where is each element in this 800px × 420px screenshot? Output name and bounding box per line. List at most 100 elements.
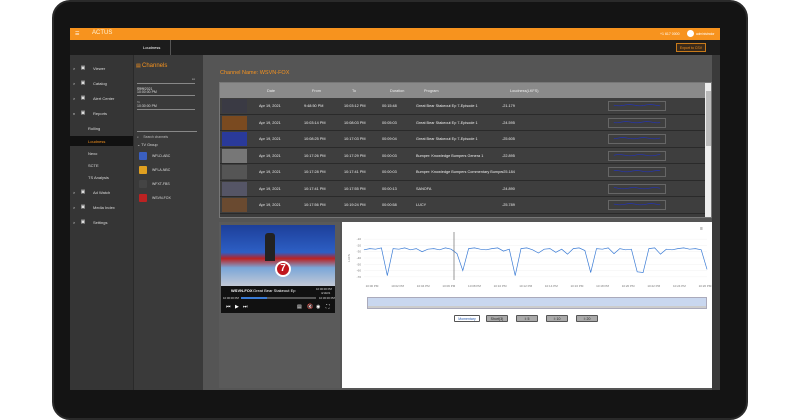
cell: 00:00:03 (382, 154, 397, 158)
tab-bar: Loudness Export to CSV (70, 40, 720, 55)
channel-item[interactable]: WFXT-FBS (139, 180, 199, 189)
navigator-scrollbar[interactable] (368, 306, 706, 308)
sidebar-item-label: Nexo (88, 151, 97, 156)
from-time-field[interactable]: 10:00:00 PM (137, 90, 195, 96)
search-channels-input[interactable]: ⌕ Search channels (137, 125, 197, 132)
y-tick-label: -60 (357, 269, 362, 273)
y-tick-label: -50 (357, 262, 362, 266)
column-header[interactable]: Loudness(LKFS) (510, 89, 539, 93)
right-panel (712, 55, 720, 390)
cell: 00:09:04 (382, 137, 397, 141)
sidebar-item-viewer[interactable]: >▣Viewer (70, 63, 133, 73)
tv-group-toggle[interactable]: ⌄ TV Group (137, 142, 158, 147)
sidebar-item-ad-watch[interactable]: >▣Ad Watch (70, 187, 133, 197)
video-frame[interactable]: 7 (221, 225, 335, 286)
loudness-mode-button[interactable]: I: 10 (546, 315, 568, 322)
fullscreen-icon[interactable]: ⛶ (326, 304, 330, 310)
list-icon: ▤ (136, 63, 141, 69)
calendar-icon[interactable]: ▭ (192, 77, 195, 81)
seek-bar[interactable] (241, 297, 316, 299)
bell-icon: ▣ (78, 95, 88, 101)
column-header[interactable]: Program (424, 89, 439, 93)
play-icon[interactable]: ▶ (235, 304, 239, 310)
next-icon[interactable]: ⏭ (243, 304, 248, 310)
channel-item[interactable]: WSVN-FOX (139, 194, 199, 203)
user-name[interactable]: administrator (696, 32, 714, 36)
channel-item[interactable]: WFLA-NBC (139, 166, 199, 175)
cell: 00:00:58 (382, 203, 397, 207)
loudness-mode-button[interactable]: Momentary (454, 315, 480, 322)
chevron-icon: > (70, 96, 78, 101)
loudness-mode-button[interactable]: I: 20 (576, 315, 598, 322)
mute-icon[interactable]: 🔇 (307, 304, 313, 310)
subtitles-icon[interactable]: ▤ (297, 304, 302, 310)
sidebar-item-loudness[interactable]: Loudness (70, 136, 133, 146)
x-tick-label: 10:16 PM (571, 284, 584, 288)
table-row[interactable]: Apr 19, 202110:17:41 PM10:17:55 PM00:00:… (220, 181, 705, 198)
top-header: ☰ ACTUS +1 617 0000 administrator (70, 28, 720, 40)
camera-icon[interactable]: ◉ (316, 304, 320, 310)
channel-name: Channel Name: WSVN-FOX (220, 70, 289, 76)
sidebar-item-rolling[interactable]: Rolling (70, 123, 133, 133)
column-header[interactable]: To (352, 89, 356, 93)
x-tick-label: 10:08 PM (468, 284, 481, 288)
table-row[interactable]: Apr 19, 202110:17:28 PM10:17:41 PM00:00:… (220, 164, 705, 181)
table-scrollbar[interactable] (705, 83, 712, 218)
column-header[interactable]: Duration (390, 89, 404, 93)
user-avatar-icon[interactable] (687, 30, 694, 37)
channel-item[interactable]: WFLD-ABC (139, 152, 199, 161)
sidebar-item-settings[interactable]: >▣Settings (70, 217, 133, 227)
thumbnail[interactable] (222, 99, 247, 113)
loudness-sparkline (608, 134, 666, 144)
sidebar-item-reports[interactable]: v▣Reports (70, 108, 133, 118)
column-header[interactable]: Date (267, 89, 275, 93)
y-axis-label: LUFS (347, 254, 351, 262)
loudness-mode-button[interactable]: I: 5 (516, 315, 538, 322)
sidebar-item-ts-analysis[interactable]: TS Analysis (70, 172, 133, 182)
cell: Apr 19, 2021 (259, 154, 281, 158)
table-row[interactable]: Apr 19, 202110:03:14 PM10:08:03 PM00:05:… (220, 115, 705, 132)
table-row[interactable]: Apr 19, 20219:48:50 PM10:03:12 PM00:15:4… (220, 98, 705, 115)
y-tick-label: -20 (357, 243, 362, 247)
sidebar-item-media-index[interactable]: >▣Media Index (70, 202, 133, 212)
table-row[interactable]: Apr 19, 202110:08:25 PM10:17:03 PM00:09:… (220, 131, 705, 148)
sidebar-item-nexo[interactable]: Nexo (70, 148, 133, 158)
loudness-mode-button[interactable]: Short(3) (486, 315, 508, 322)
thumbnail[interactable] (222, 198, 247, 212)
cell: Great Bear Stakeout Ep 7-Episode 1 (416, 104, 478, 108)
thumbnail[interactable] (222, 165, 247, 179)
thumbnail[interactable] (222, 132, 247, 146)
column-header[interactable]: From (312, 89, 321, 93)
station-logo: 7 (275, 261, 291, 277)
table-header: Date From To Duration Program Loudness(LKFS) (220, 83, 705, 98)
table-row[interactable]: Apr 19, 202110:17:56 PM10:19:24 PM00:00:… (220, 197, 705, 214)
menu-icon[interactable]: ☰ (75, 31, 79, 37)
cell: SANOFA (416, 187, 431, 191)
thumbnail[interactable] (222, 182, 247, 196)
previous-icon[interactable]: ⏮ (226, 304, 231, 310)
range-navigator[interactable] (367, 297, 707, 309)
x-tick-label: 10:26 PM (699, 284, 712, 288)
x-tick-label: 10:24 PM (673, 284, 686, 288)
trend-icon: ▣ (78, 110, 88, 116)
sidebar-item-alert-center[interactable]: >▣Alert Center (70, 93, 133, 103)
cell: 10:17:29 PM (344, 154, 366, 158)
sidebar-item-label: SCTE (88, 163, 99, 168)
cell: Bumper: Knowledge Bumpers Genera 1 (416, 154, 483, 158)
thumbnail[interactable] (222, 149, 247, 163)
thumbnail[interactable] (222, 116, 247, 130)
cell: -25.789 (502, 203, 515, 207)
table-row[interactable]: Apr 19, 202110:17:26 PM10:17:29 PM00:00:… (220, 148, 705, 165)
x-tick-label: 10:02 PM (391, 284, 404, 288)
cell: -22.895 (502, 154, 515, 158)
to-time-field[interactable]: 10:30:00 PM (137, 104, 195, 110)
cell: 10:08:03 PM (344, 121, 366, 125)
phone: +1 617 0000 (660, 32, 680, 36)
export-csv-button[interactable]: Export to CSV (676, 43, 706, 52)
sidebar-item-catalog[interactable]: >▣Catalog (70, 78, 133, 88)
sidebar-item-scte[interactable]: SCTE (70, 160, 133, 170)
date-picker[interactable]: 4/19/2021 ▭ (137, 77, 195, 84)
loudness-table: DateFromToDurationProgramLoudness(LKFS) … (219, 82, 712, 218)
channels-panel: Channels ▤ 4/19/2021 ▭ From 10:00:00 PM … (133, 55, 203, 390)
tab-loudness[interactable]: Loudness (133, 40, 171, 55)
